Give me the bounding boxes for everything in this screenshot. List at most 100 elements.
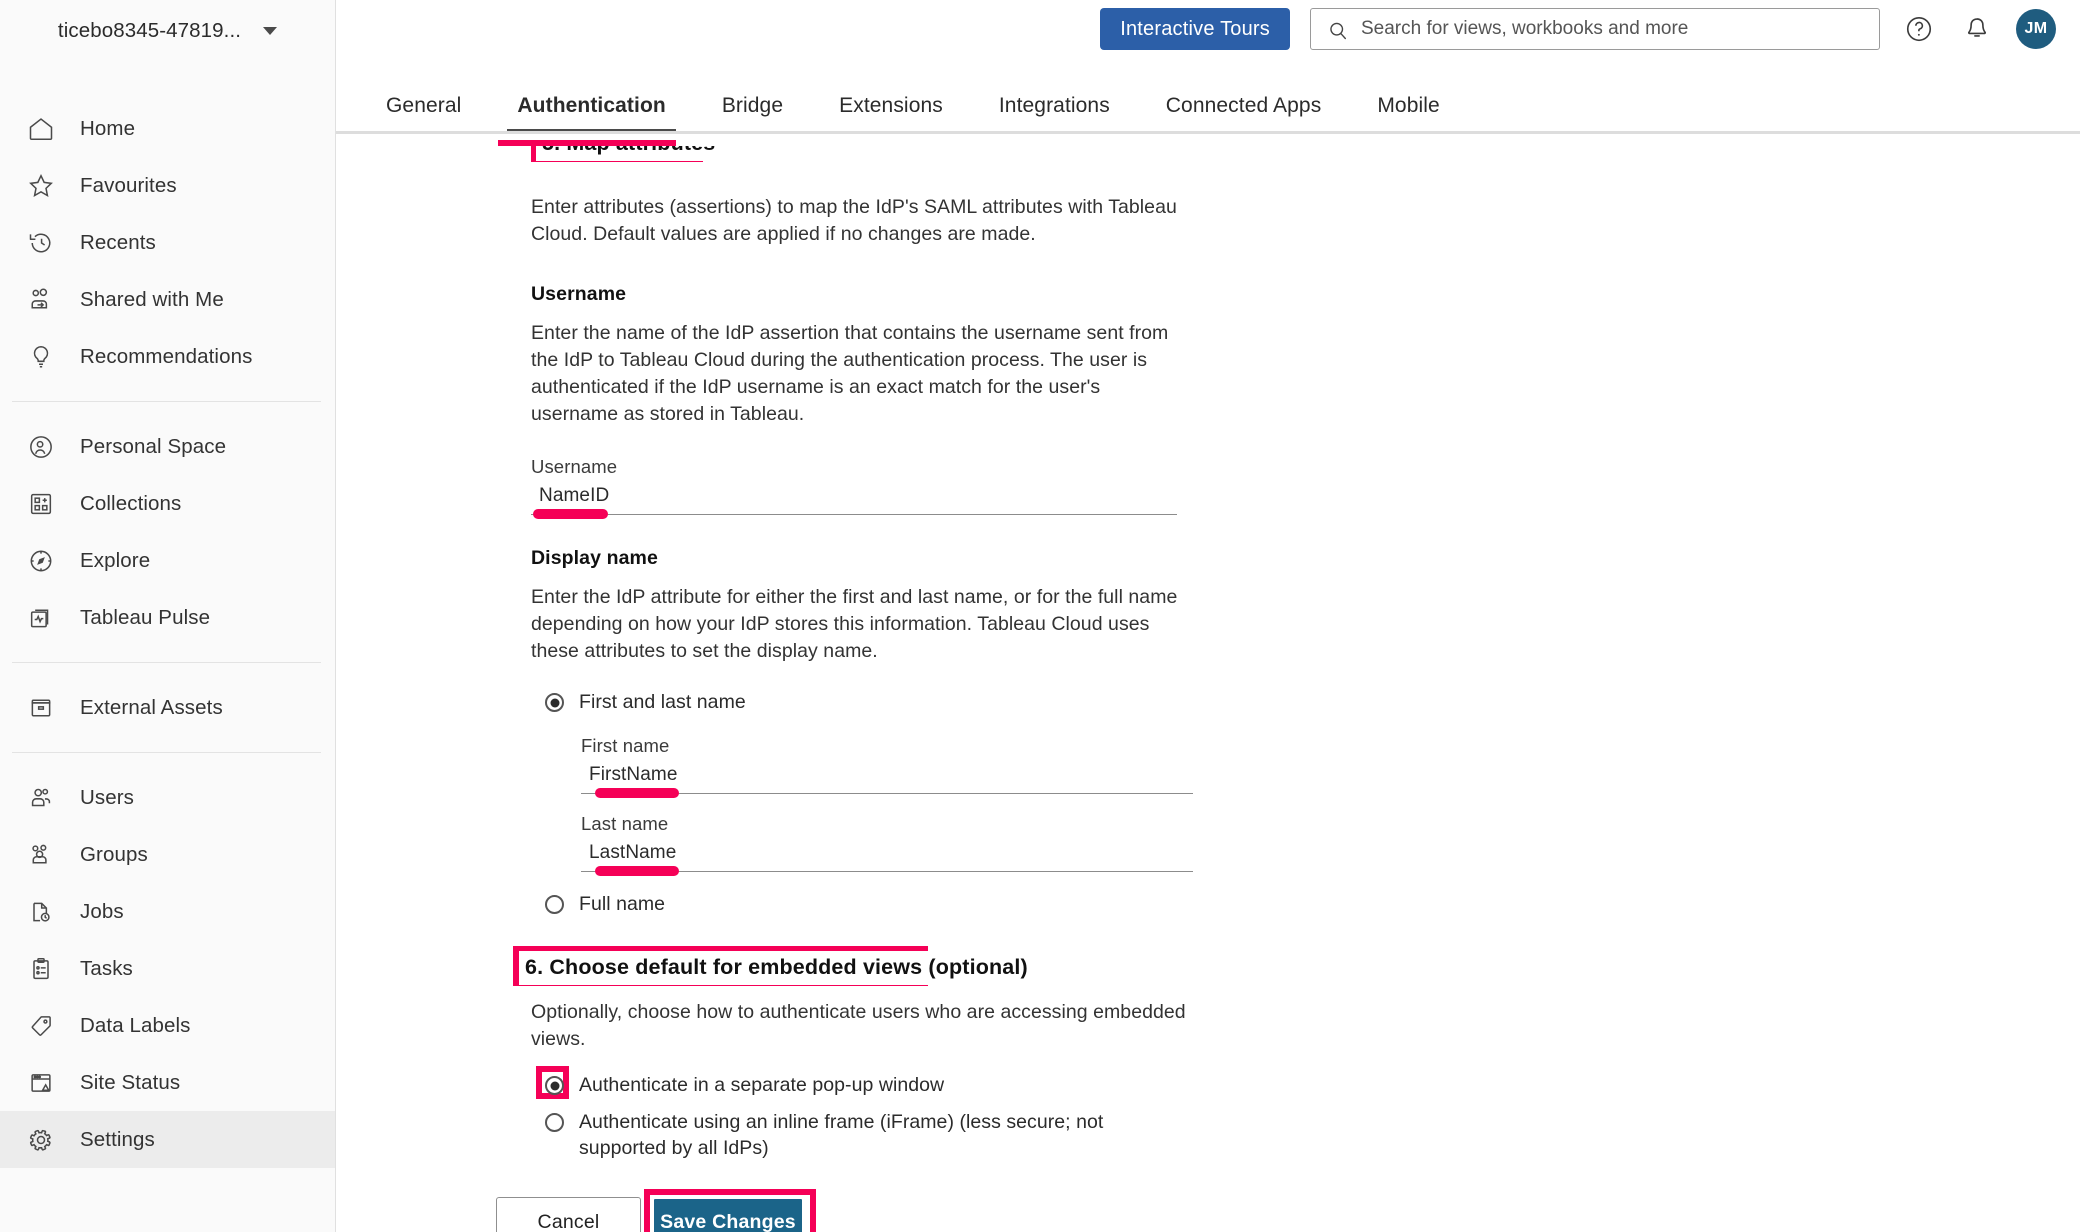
first-name-group: First name FirstName [581,735,1271,798]
radio-iframe[interactable]: Authenticate using an inline frame (iFra… [545,1109,1271,1161]
username-description: Enter the name of the IdP assertion that… [531,322,1169,425]
sidebar-item-label: Data Labels [80,1013,191,1037]
person-circle-icon [26,432,56,462]
sidebar: ticebo8345-47819... Home Favourites Rece… [0,0,336,1232]
nav-group-content: Personal Space Collections Explore Table… [0,418,335,646]
main-content: 5. Map attributes Enter attributes (asse… [336,146,2080,1232]
sidebar-item-groups[interactable]: Groups [0,826,335,883]
document-clock-icon [26,897,56,927]
radio-button[interactable] [545,895,564,914]
nav-group-admin: Users Groups Jobs Tasks Data Labels Site… [0,769,335,1168]
compass-icon [26,546,56,576]
save-button-wrap: Save Changes [644,1189,816,1232]
pulse-icon [26,603,56,633]
highlight-underline-first-name [595,788,679,798]
section-6-heading: 6. Choose default for embedded views (op… [519,951,1034,985]
username-heading: Username [531,283,627,305]
groups-icon [26,840,56,870]
sidebar-item-home[interactable]: Home [0,100,335,157]
question-circle-icon[interactable] [1900,10,1938,48]
sidebar-item-site-status[interactable]: Site Status [0,1054,335,1111]
search-box[interactable] [1310,8,1880,50]
sidebar-item-label: Explore [80,548,151,572]
sidebar-item-explore[interactable]: Explore [0,532,335,589]
radio-button[interactable] [545,1076,564,1095]
clock-arrow-icon [26,228,56,258]
save-button[interactable]: Save Changes [652,1197,804,1232]
radio-button[interactable] [545,1113,564,1132]
chevron-down-icon [263,27,278,35]
username-field[interactable]: NameID [531,485,1177,519]
clipboard-list-icon [26,954,56,984]
sidebar-item-tasks[interactable]: Tasks [0,940,335,997]
sidebar-item-label: Settings [80,1127,155,1151]
username-field-label: Username [531,456,618,477]
sidebar-item-tableau-pulse[interactable]: Tableau Pulse [0,589,335,646]
sidebar-item-label: External Assets [80,695,223,719]
sidebar-item-external-assets[interactable]: External Assets [0,679,335,736]
interactive-tours-button[interactable]: Interactive Tours [1100,8,1290,50]
sidebar-item-label: Recommendations [80,344,253,368]
tab-connected-apps[interactable]: Connected Apps [1138,94,1350,134]
gear-icon [26,1125,56,1155]
display-name-description: Enter the IdP attribute for either the f… [531,586,1178,662]
sidebar-item-jobs[interactable]: Jobs [0,883,335,940]
search-input[interactable] [1359,9,1879,49]
sidebar-item-collections[interactable]: Collections [0,475,335,532]
star-icon [26,171,56,201]
first-name-field[interactable]: FirstName [581,764,1193,798]
sidebar-item-data-labels[interactable]: Data Labels [0,997,335,1054]
collections-grid-icon [26,489,56,519]
tab-mobile[interactable]: Mobile [1349,94,1467,134]
nav-group-assets: External Assets [0,679,335,736]
radio-popup-window[interactable]: Authenticate in a separate pop-up window [536,1066,1271,1099]
search-icon [1327,20,1349,47]
sidebar-item-recents[interactable]: Recents [0,214,335,271]
home-icon [26,114,56,144]
tab-authentication[interactable]: Authentication [489,94,693,134]
radio-first-and-last-name[interactable]: First and last name [545,689,1271,715]
sidebar-item-label: Favourites [80,173,177,197]
settings-tab-strip: General Authentication Bridge Extensions… [336,58,2080,134]
section-5-description: Enter attributes (assertions) to map the… [531,196,1177,245]
tag-icon [26,1011,56,1041]
radio-label: Authenticate using an inline frame (iFra… [579,1111,1104,1159]
sidebar-item-label: Tasks [80,956,133,980]
section-5-heading: 5. Map attributes [536,146,722,161]
sidebar-item-users[interactable]: Users [0,769,335,826]
last-name-label: Last name [581,813,669,834]
radio-full-name[interactable]: Full name [545,891,1271,917]
tab-bridge[interactable]: Bridge [694,94,811,134]
nav-group-main: Home Favourites Recents Shared with Me R… [0,100,335,385]
last-name-field[interactable]: LastName [581,842,1193,876]
sidebar-item-favourites[interactable]: Favourites [0,157,335,214]
sidebar-divider [12,662,321,663]
radio-button[interactable] [545,693,564,712]
tab-list: General Authentication Bridge Extensions… [336,58,2080,134]
sidebar-item-settings[interactable]: Settings [0,1111,335,1168]
bell-icon[interactable] [1958,10,1996,48]
archive-box-icon [26,693,56,723]
form-actions: Cancel Save Changes [496,1189,1271,1232]
section-5-heading-wrap: 5. Map attributes [531,146,1271,170]
sidebar-item-label: Tableau Pulse [80,605,211,629]
sidebar-item-personal-space[interactable]: Personal Space [0,418,335,475]
site-switcher[interactable]: ticebo8345-47819... [0,0,335,62]
sidebar-item-recommendations[interactable]: Recommendations [0,328,335,385]
display-name-heading: Display name [531,547,658,569]
sidebar-item-label: Personal Space [80,434,227,458]
sidebar-item-label: Shared with Me [80,287,224,311]
sidebar-item-shared-with-me[interactable]: Shared with Me [0,271,335,328]
shared-users-icon [26,285,56,315]
lightbulb-icon [26,342,56,372]
avatar[interactable]: JM [2016,9,2056,49]
tab-general[interactable]: General [358,94,489,134]
tab-extensions[interactable]: Extensions [811,94,971,134]
username-field-value: NameID [539,485,610,506]
tab-integrations[interactable]: Integrations [971,94,1138,134]
section-6-heading-wrap: 6. Choose default for embedded views (op… [513,946,1271,990]
section-6-description: Optionally, choose how to authenticate u… [531,1001,1186,1050]
cancel-button[interactable]: Cancel [496,1197,641,1232]
sidebar-divider [12,401,321,402]
